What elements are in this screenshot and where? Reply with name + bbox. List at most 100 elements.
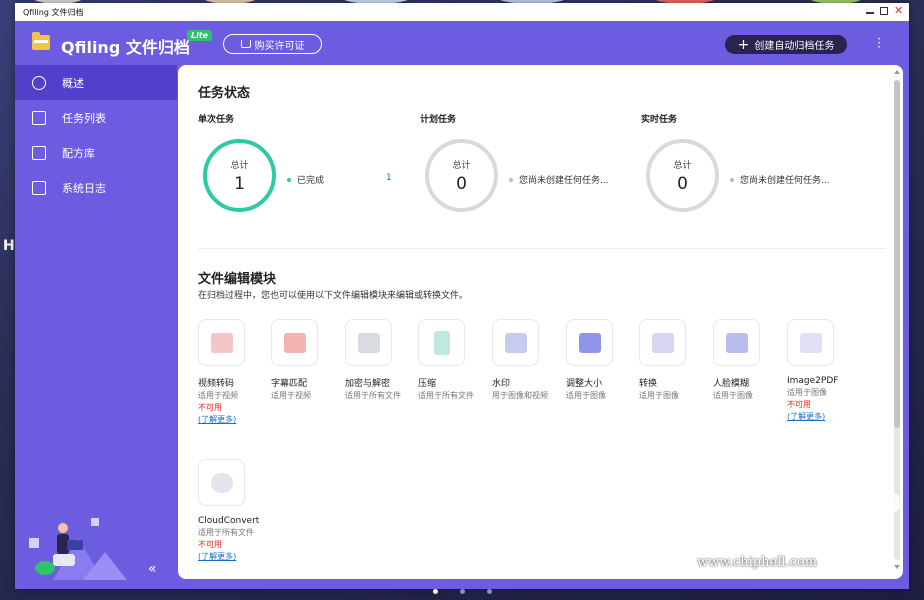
legend-dot — [730, 177, 734, 182]
lite-badge: Lite — [187, 30, 213, 41]
realtime-task-status: 实时任务 总计 0 您尚未创建任何任务... — [641, 112, 841, 212]
module-desc: 适用于图像 — [566, 391, 606, 400]
app-window: Qfiling 文件归档 ✕ Qfiling 文件归档 Lite 购买许可证 +… — [15, 3, 909, 589]
page-dot[interactable] — [486, 589, 492, 594]
person-illustration — [29, 518, 127, 580]
learn-more-link[interactable]: (了解更多) — [198, 414, 266, 425]
collapse-sidebar-icon[interactable]: « — [148, 561, 157, 577]
cart-icon — [240, 40, 251, 48]
legend-label: 您尚未创建任何任务... — [740, 176, 830, 186]
buy-license-label: 购买许可证 — [254, 40, 305, 52]
sidebar-item-system-log[interactable]: 系统日志 — [15, 170, 177, 205]
legend-dot — [287, 177, 291, 182]
module-name: 字幕匹配 — [271, 379, 308, 389]
module-resize[interactable]: 调整大小 适用于图像 — [566, 319, 634, 401]
module-name: 调整大小 — [566, 379, 603, 389]
single-task-status: 单次任务 总计 1 已完成 1 — [198, 112, 398, 212]
legend-dot — [509, 177, 513, 182]
sidebar: 概述 任务列表 配方库 系统日志 « — [15, 65, 177, 589]
close-icon[interactable]: ✕ — [894, 5, 903, 16]
single-task-label: 单次任务 — [198, 115, 235, 125]
modules-title: 文件编辑模块 — [198, 272, 277, 287]
watermark-icon — [492, 319, 539, 366]
encrypt-icon — [345, 319, 392, 366]
sidebar-item-task-list[interactable]: 任务列表 — [15, 100, 177, 135]
folder-logo-icon — [32, 32, 50, 50]
window-titlebar[interactable]: Qfiling 文件归档 ✕ — [15, 3, 909, 21]
module-desc: 适用于视频 — [198, 391, 238, 400]
module-desc: 适用于图像 — [713, 391, 753, 400]
sidebar-item-label: 系统日志 — [62, 181, 106, 195]
ring-total: 0 — [677, 173, 688, 194]
subtitle-icon — [271, 319, 318, 366]
module-desc: 适用于视频 — [271, 391, 311, 400]
scheduled-task-status: 计划任务 总计 0 您尚未创建任何任务... — [420, 112, 620, 212]
scroll-down-icon[interactable] — [894, 565, 900, 569]
module-cloudconvert[interactable]: CloudConvert 适用于所有文件 不可用 (了解更多) — [198, 459, 266, 562]
module-convert[interactable]: 转换 适用于图像 — [639, 319, 707, 401]
module-name: 压缩 — [418, 379, 437, 389]
more-options-icon[interactable]: · · · — [876, 33, 882, 53]
sidebar-item-label: 概述 — [62, 76, 84, 90]
module-desc: 适用于所有文件 — [345, 391, 401, 400]
module-desc: 适用于所有文件 — [418, 391, 474, 400]
convert-icon — [639, 319, 686, 366]
sidebar-item-overview[interactable]: 概述 — [15, 65, 177, 100]
desktop-letter: H — [3, 238, 15, 254]
page-dot[interactable] — [432, 589, 438, 594]
app-title: Qfiling 文件归档 — [61, 38, 190, 57]
module-unavailable: 不可用 — [198, 540, 222, 549]
dashboard-icon — [32, 75, 46, 90]
completed-legend: 已完成 — [287, 173, 324, 186]
section-divider — [198, 248, 886, 249]
log-icon — [32, 180, 46, 195]
module-watermark[interactable]: 水印 用于图像和视频 — [492, 319, 560, 401]
completed-count[interactable]: 1 — [386, 173, 392, 183]
realtime-task-ring: 总计 0 — [646, 139, 719, 212]
maximize-icon[interactable] — [880, 6, 888, 15]
module-video-transcode[interactable]: 视频转码 适用于视频 不可用 (了解更多) — [198, 319, 266, 425]
recipe-icon — [32, 145, 46, 160]
task-list-icon — [32, 110, 46, 125]
module-unavailable: 不可用 — [787, 400, 811, 409]
window-title: Qfiling 文件归档 — [23, 7, 84, 17]
ring-label: 总计 — [452, 160, 471, 171]
resize-icon — [566, 319, 613, 366]
desktop-page-dots — [0, 589, 924, 599]
ring-label: 总计 — [230, 160, 249, 171]
chiphell-watermark-logo: chip hell — [822, 481, 903, 559]
page-dot[interactable] — [459, 589, 465, 594]
module-name: 视频转码 — [198, 379, 235, 389]
module-face-blur[interactable]: 人脸模糊 适用于图像 — [713, 319, 781, 401]
module-encrypt[interactable]: 加密与解密 适用于所有文件 — [345, 319, 413, 401]
buy-license-button[interactable]: 购买许可证 — [223, 34, 322, 54]
module-compress[interactable]: 压缩 适用于所有文件 — [418, 319, 486, 401]
learn-more-link[interactable]: (了解更多) — [787, 411, 855, 422]
create-auto-task-button[interactable]: + 创建自动归档任务 — [725, 35, 847, 54]
compress-icon — [418, 319, 465, 366]
scheduled-task-label: 计划任务 — [420, 115, 457, 125]
module-name: CloudConvert — [198, 516, 260, 526]
sidebar-item-label: 任务列表 — [62, 111, 106, 125]
single-task-ring: 总计 1 — [203, 139, 276, 212]
task-status-title: 任务状态 — [198, 86, 251, 101]
module-subtitle[interactable]: 字幕匹配 适用于视频 — [271, 319, 339, 401]
module-desc: 用于图像和视频 — [492, 391, 548, 400]
scheduled-task-ring: 总计 0 — [425, 139, 498, 212]
modules-subtitle: 在归档过程中，您也可以使用以下文件编辑模块来编辑或转换文件。 — [198, 291, 469, 301]
empty-legend: 您尚未创建任何任务... — [509, 173, 609, 186]
module-desc: 适用于图像 — [787, 388, 827, 397]
scrollbar-thumb[interactable] — [894, 80, 900, 428]
module-desc: 适用于所有文件 — [198, 528, 254, 537]
cloudconvert-icon — [198, 459, 245, 506]
sidebar-item-recipes[interactable]: 配方库 — [15, 135, 177, 170]
learn-more-link[interactable]: (了解更多) — [198, 551, 266, 562]
scroll-up-icon[interactable] — [894, 70, 900, 74]
module-desc: 适用于图像 — [639, 391, 679, 400]
module-image2pdf[interactable]: Image2PDF 适用于图像 不可用 (了解更多) — [787, 319, 855, 422]
minimize-icon[interactable] — [866, 11, 874, 14]
sidebar-item-label: 配方库 — [62, 146, 95, 160]
image2pdf-icon — [787, 319, 834, 366]
main-panel: 任务状态 单次任务 总计 1 已完成 1 计划任务 总计 0 您尚未创建任何任务… — [178, 65, 903, 579]
realtime-task-label: 实时任务 — [641, 115, 678, 125]
